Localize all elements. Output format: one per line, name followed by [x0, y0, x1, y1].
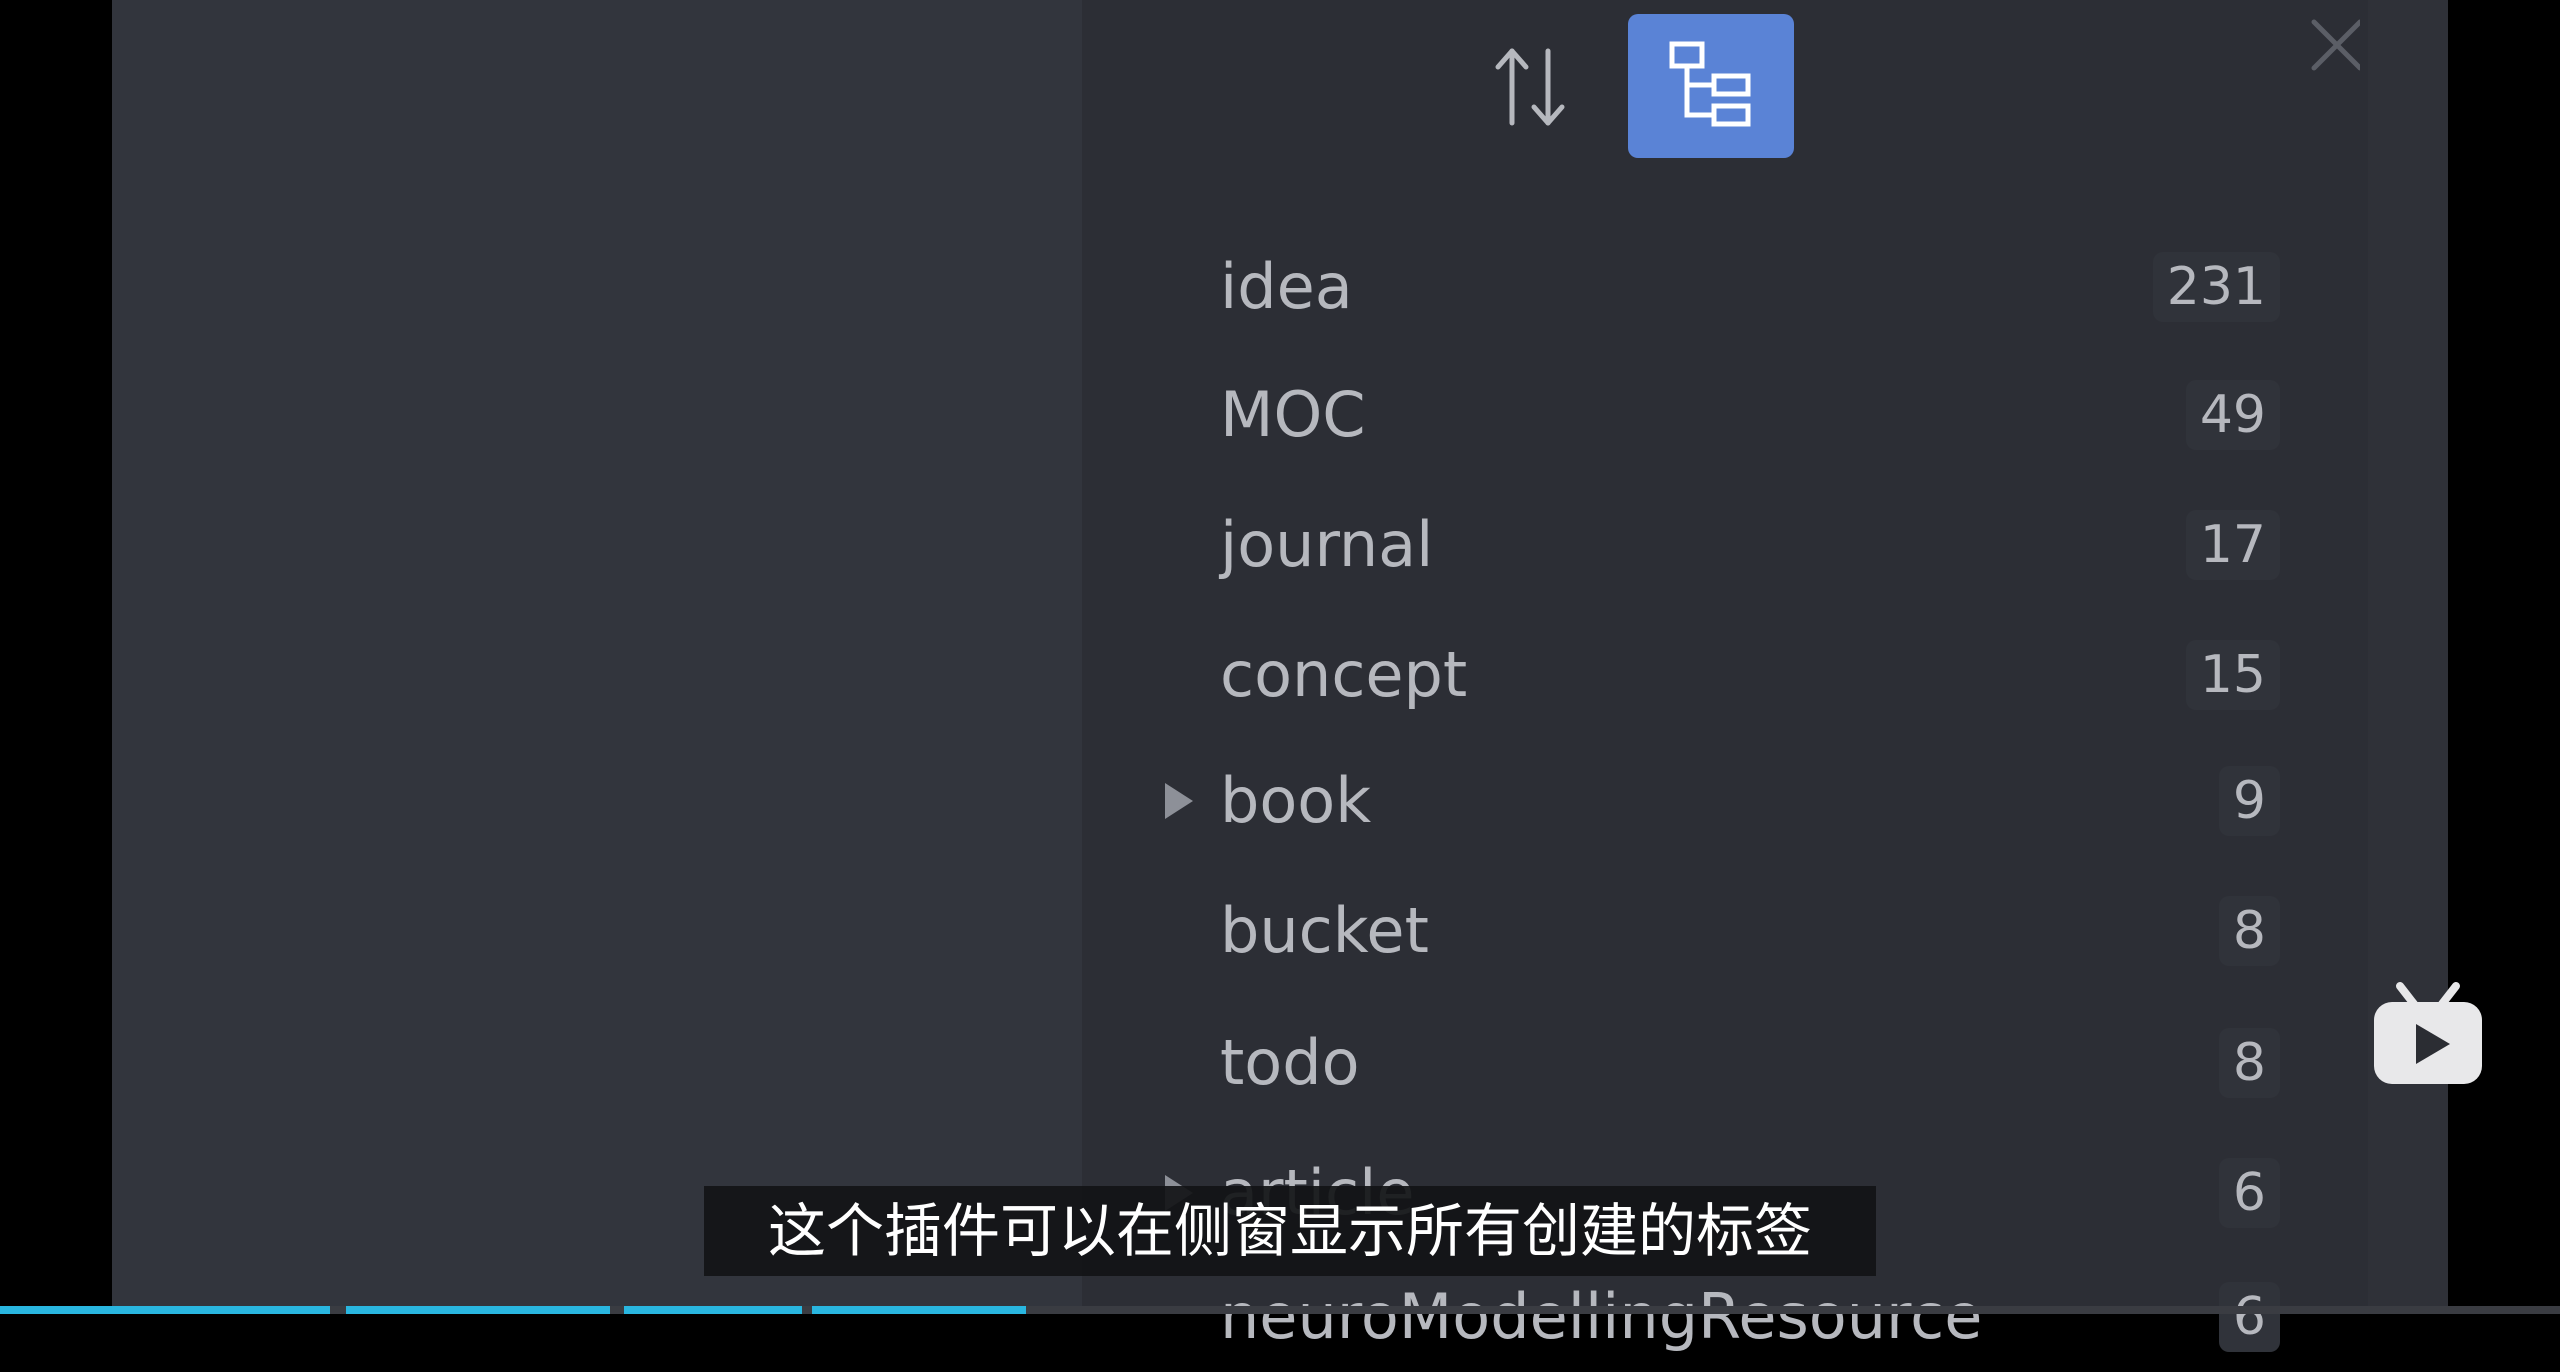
tag-label: neuroModellingResource	[1220, 1280, 1983, 1353]
tag-count-badge: 9	[2218, 766, 2280, 836]
progress-segment	[346, 1306, 610, 1314]
video-subtitle: 这个插件可以在侧窗显示所有创建的标签	[704, 1186, 1876, 1276]
tag-count-badge: 8	[2218, 1028, 2280, 1098]
progress-segment	[812, 1306, 1026, 1314]
tag-count-badge: 6	[2218, 1282, 2280, 1352]
tag-label: journal	[1220, 508, 1434, 581]
expand-arrow-icon[interactable]	[1158, 746, 1198, 856]
video-progress-bar[interactable]	[0, 1306, 2560, 1314]
tag-count-badge: 49	[2185, 380, 2280, 450]
tree-view-icon	[1669, 41, 1751, 127]
tag-label: idea	[1220, 250, 1353, 323]
tag-label: MOC	[1220, 378, 1366, 451]
tag-label: book	[1220, 764, 1372, 837]
tag-row-moc[interactable]: MOC 49	[1110, 360, 2280, 470]
tag-count-badge: 6	[2218, 1158, 2280, 1228]
tag-count-badge: 231	[2152, 252, 2280, 322]
tag-label: todo	[1220, 1026, 1360, 1099]
tag-row-book[interactable]: book 9	[1110, 746, 2280, 856]
tag-count-badge: 8	[2218, 896, 2280, 966]
tag-row-todo[interactable]: todo 8	[1110, 1008, 2280, 1118]
tag-count-badge: 15	[2185, 640, 2280, 710]
close-icon[interactable]	[2300, 4, 2360, 84]
sort-arrows-icon	[1495, 48, 1565, 126]
right-strip	[2368, 0, 2448, 1314]
tag-row-neuro[interactable]: neuroModellingResource 6	[1110, 1262, 2280, 1372]
bilibili-tv-icon	[2374, 982, 2482, 1084]
editor-pane	[112, 0, 1082, 1314]
tag-row-bucket[interactable]: bucket 8	[1110, 876, 2280, 986]
tree-view-button[interactable]	[1628, 14, 1794, 158]
tag-label: bucket	[1220, 894, 1429, 967]
tag-row-concept[interactable]: concept 15	[1110, 620, 2280, 730]
progress-segment	[624, 1306, 802, 1314]
tag-count-badge: 17	[2185, 510, 2280, 580]
tag-row-journal[interactable]: journal 17	[1110, 490, 2280, 600]
tag-row-idea[interactable]: idea 231	[1110, 232, 2280, 342]
progress-segment	[0, 1306, 330, 1314]
tag-label: concept	[1220, 638, 1468, 711]
sort-button[interactable]	[1460, 22, 1600, 152]
